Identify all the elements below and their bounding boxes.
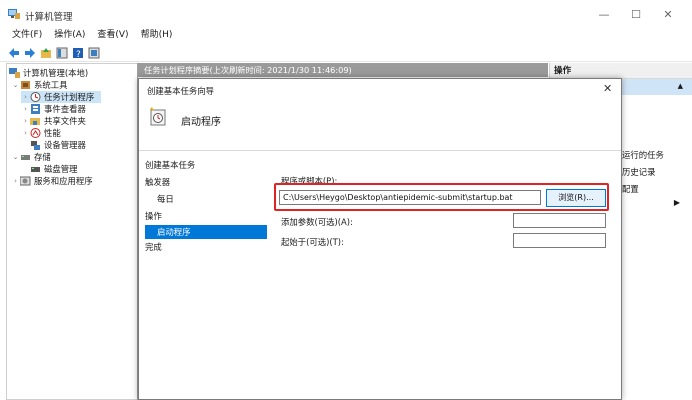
- toolbar: ?: [0, 44, 692, 62]
- action-history[interactable]: 历史记录: [622, 166, 656, 178]
- wizard-steps: 创建基本任务 触发器 每日 操作 启动程序 完成: [139, 151, 275, 399]
- computer-icon: [9, 68, 20, 78]
- dialog-header: 启动程序: [139, 101, 621, 151]
- help-icon[interactable]: ?: [72, 47, 84, 59]
- collapse-icon[interactable]: ⌄: [11, 151, 20, 163]
- computer-management-icon: [8, 9, 20, 19]
- menu-view[interactable]: 查看(V): [97, 27, 128, 44]
- create-basic-task-dialog: 创建基本任务向导 ✕ 启动程序 创建基本任务 触发器 每日 操作 启动程序 完成…: [138, 78, 622, 400]
- step-trigger: 触发器: [145, 177, 171, 187]
- step-start-program-selected: 启动程序: [145, 225, 267, 239]
- collapse-icon[interactable]: ⌄: [11, 79, 20, 91]
- tree-item-system-tools[interactable]: ⌄ 系统工具: [11, 79, 68, 91]
- event-viewer-icon: [31, 104, 40, 114]
- annotation-highlight-box: [274, 183, 609, 211]
- tree-item-event-viewer[interactable]: › 事件查看器: [21, 103, 86, 115]
- up-folder-icon[interactable]: [40, 47, 52, 59]
- step-action: 操作: [145, 211, 162, 221]
- tools-icon: [21, 81, 30, 89]
- window-title: 计算机管理: [25, 12, 73, 23]
- action-running-tasks[interactable]: 运行的任务: [622, 149, 664, 161]
- tree-item-disk-management[interactable]: 磁盘管理: [30, 163, 78, 175]
- properties-icon[interactable]: [88, 47, 100, 59]
- tree-item-task-scheduler[interactable]: › 任务计划程序: [21, 91, 101, 103]
- action-configure[interactable]: 配置: [622, 183, 639, 195]
- device-manager-icon: [31, 141, 40, 150]
- add-arguments-input[interactable]: [513, 213, 606, 228]
- expand-icon[interactable]: ›: [21, 115, 30, 127]
- menu-action[interactable]: 操作(A): [54, 27, 85, 44]
- start-in-label: 起始于(可选)(T):: [281, 237, 344, 247]
- disk-icon: [31, 167, 40, 172]
- svg-text:?: ?: [76, 50, 81, 59]
- expand-icon[interactable]: ›: [21, 103, 30, 115]
- tree-item-storage[interactable]: ⌄ 存储: [11, 151, 51, 163]
- dialog-heading: 启动程序: [181, 117, 221, 128]
- expand-icon[interactable]: ›: [21, 127, 30, 139]
- tree-item-shared-folders[interactable]: › 共享文件夹: [21, 115, 86, 127]
- expand-icon[interactable]: ›: [11, 175, 20, 187]
- shared-folder-icon: [30, 118, 40, 125]
- minimize-button[interactable]: —: [590, 6, 618, 24]
- start-in-input[interactable]: [513, 233, 606, 248]
- storage-icon: [21, 155, 30, 160]
- maximize-button[interactable]: ☐: [622, 6, 650, 24]
- clock-icon: [30, 92, 41, 102]
- step-daily: 每日: [157, 194, 174, 204]
- back-arrow-icon[interactable]: [8, 47, 20, 59]
- window-titlebar: 计算机管理 — ☐ ✕: [0, 0, 692, 28]
- dialog-title: 创建基本任务向导: [147, 86, 214, 96]
- task-wizard-icon: [150, 107, 166, 126]
- show-hide-tree-icon[interactable]: [56, 47, 68, 59]
- menu-help[interactable]: 帮助(H): [141, 27, 173, 44]
- dialog-close-button[interactable]: ✕: [603, 82, 612, 95]
- forward-arrow-icon[interactable]: [24, 47, 36, 59]
- actions-header: 操作: [550, 63, 692, 79]
- menu-file[interactable]: 文件(F): [12, 27, 42, 44]
- expand-icon[interactable]: ›: [21, 91, 30, 103]
- menu-bar: 文件(F) 操作(A) 查看(V) 帮助(H): [0, 27, 692, 44]
- add-arguments-label: 添加参数(可选)(A):: [281, 217, 353, 227]
- tree-item-root[interactable]: 计算机管理(本地): [9, 67, 88, 79]
- performance-icon: [30, 128, 41, 138]
- tree-item-services[interactable]: › 服务和应用程序: [11, 175, 93, 187]
- summary-header: 任务计划程序摘要(上次刷新时间: 2021/1/30 11:46:09): [138, 63, 548, 77]
- collapse-arrow-icon[interactable]: ▲: [678, 82, 683, 90]
- step-create-basic-task: 创建基本任务: [145, 160, 196, 170]
- submenu-arrow-icon[interactable]: ▶: [674, 198, 680, 207]
- step-finish: 完成: [145, 242, 162, 252]
- console-tree: 计算机管理(本地) ⌄ 系统工具 › 任务计划程序 › 事件查看器 › 共享文件…: [6, 63, 137, 400]
- services-icon: [20, 176, 31, 186]
- close-button[interactable]: ✕: [654, 6, 682, 24]
- tree-item-performance[interactable]: › 性能: [21, 127, 61, 139]
- tree-item-device-manager[interactable]: 设备管理器: [30, 139, 86, 151]
